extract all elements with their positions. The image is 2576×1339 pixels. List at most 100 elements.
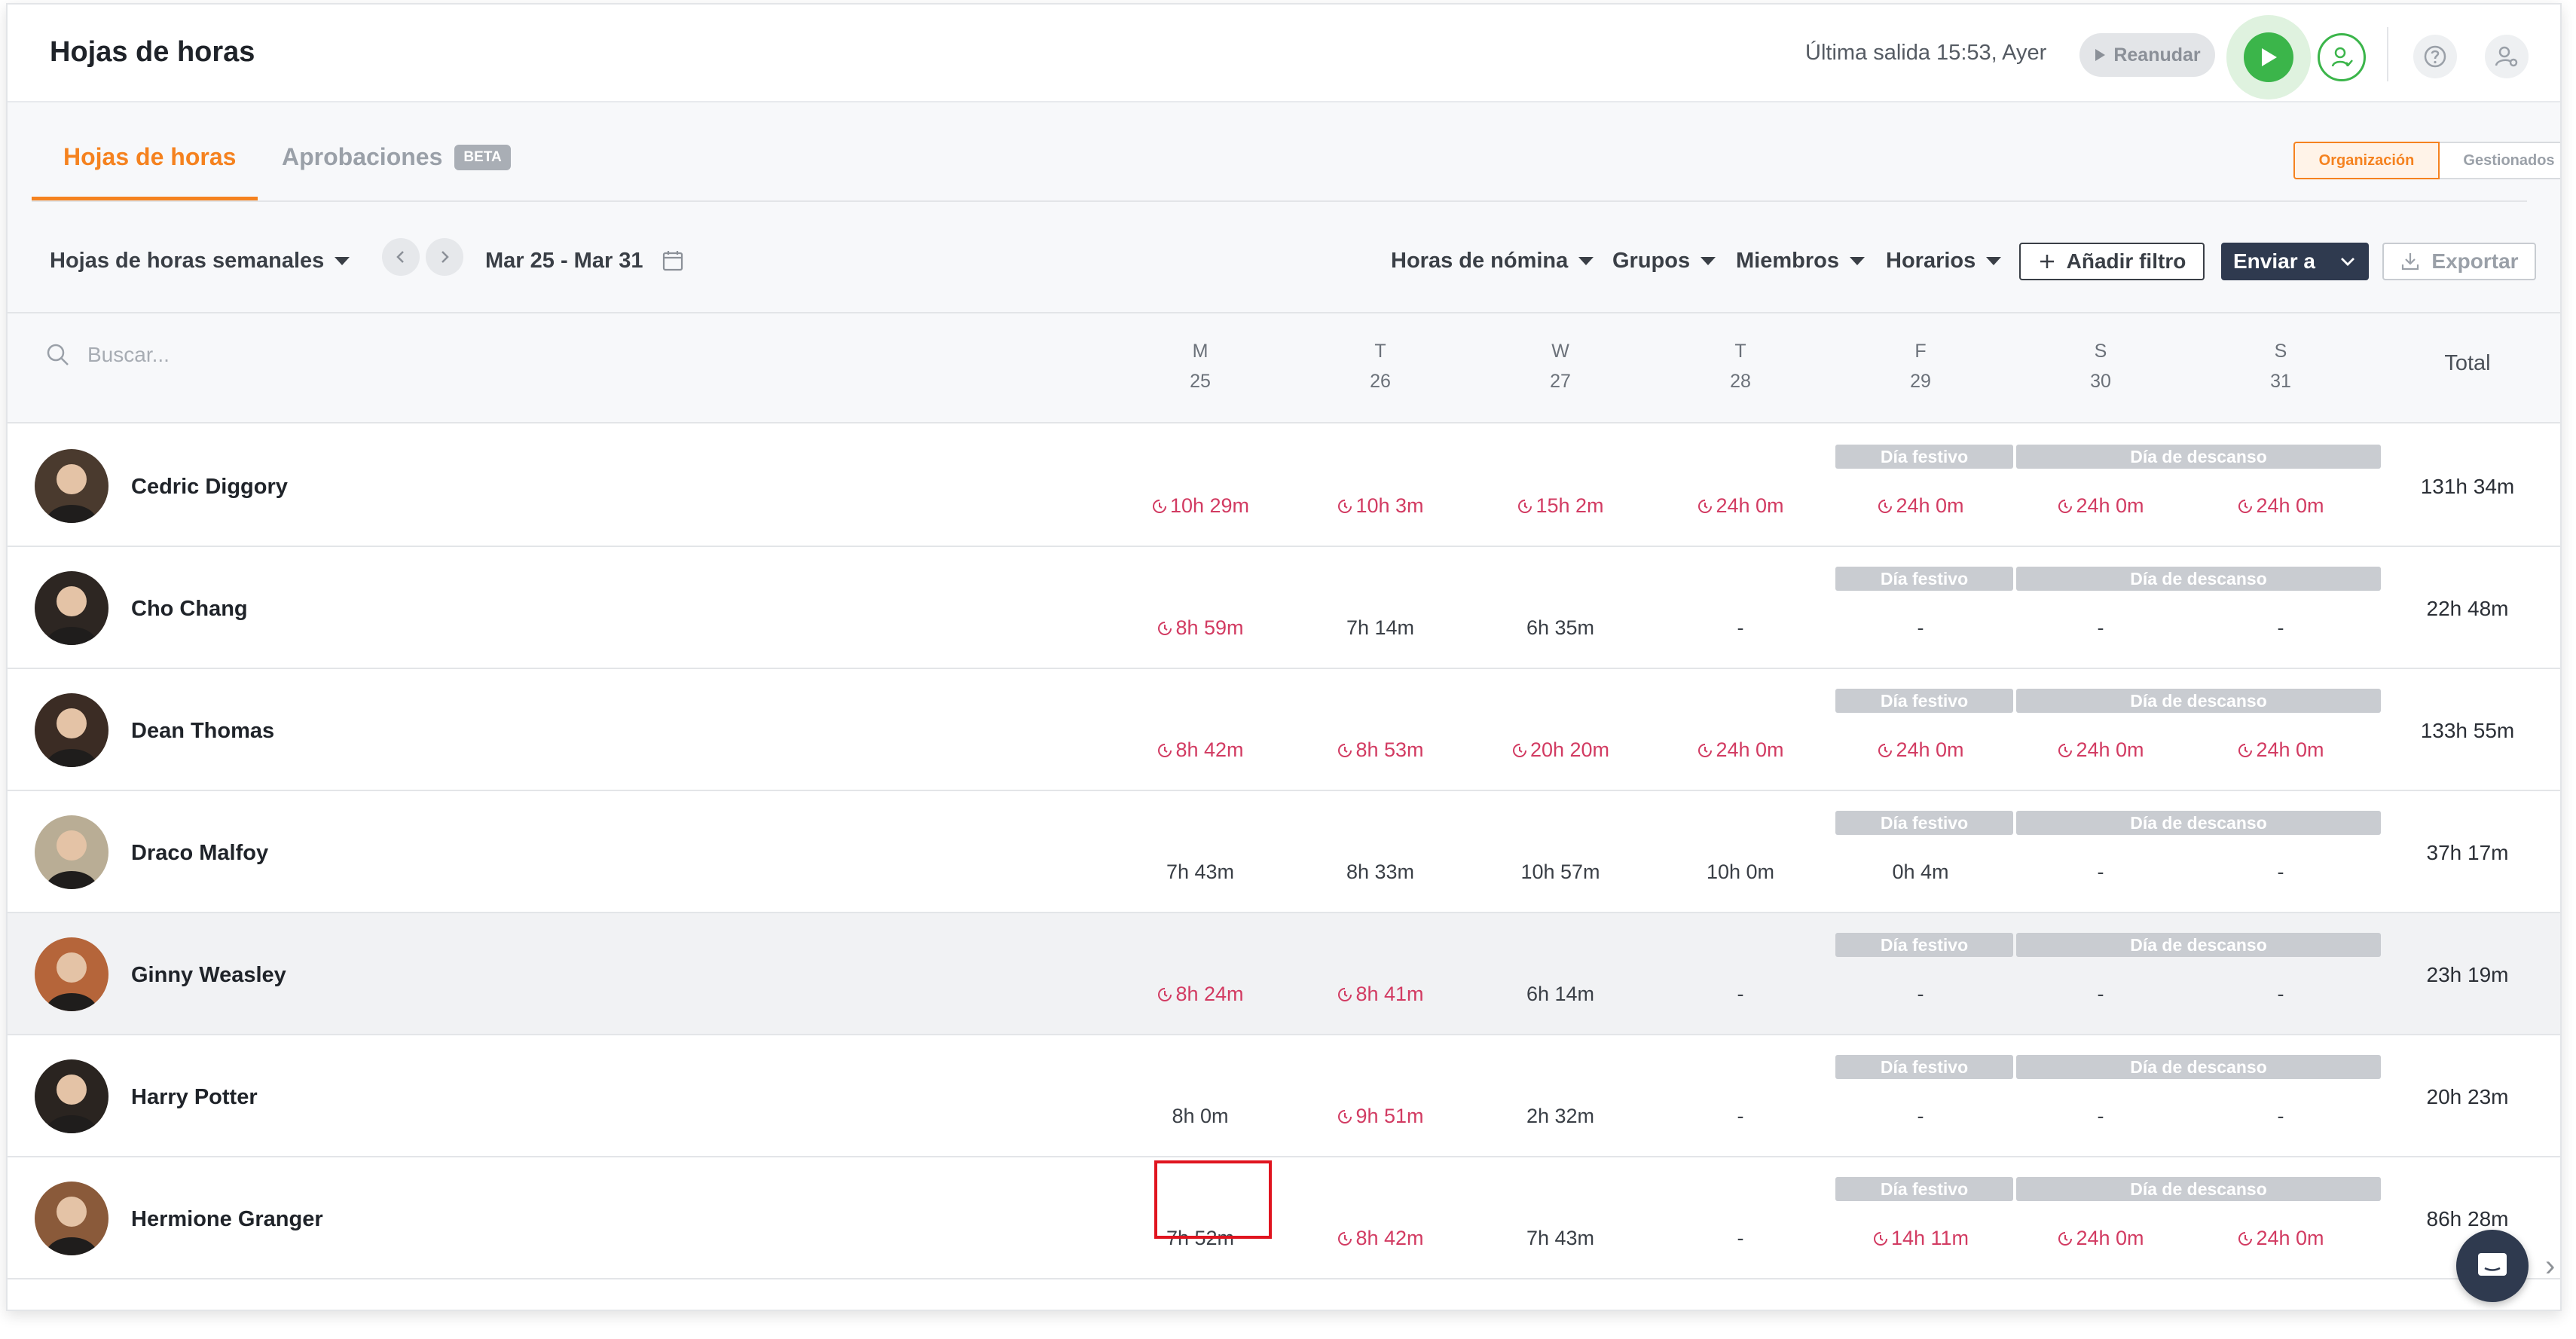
time-cell[interactable]: - — [2025, 861, 2176, 884]
time-cell[interactable]: 24h 0m — [2205, 1227, 2356, 1250]
time-cell[interactable]: 24h 0m — [2025, 1227, 2176, 1250]
time-cell[interactable]: 8h 42m — [1305, 1227, 1456, 1250]
time-cell[interactable]: - — [2025, 983, 2176, 1006]
time-cell[interactable]: - — [1845, 616, 1996, 640]
time-value: - — [1917, 983, 1924, 1005]
time-cell[interactable]: - — [1845, 1105, 1996, 1128]
time-cell[interactable]: 7h 43m — [1125, 861, 1276, 884]
scope-toggle: Organización Gestionados — [2293, 142, 2560, 179]
scope-organization-button[interactable]: Organización — [2293, 142, 2440, 179]
time-cell[interactable]: 8h 41m — [1305, 983, 1456, 1006]
resume-button[interactable]: Reanudar — [2079, 33, 2215, 77]
send-to-button[interactable]: Enviar a — [2221, 243, 2369, 280]
time-cell[interactable]: 15h 2m — [1485, 494, 1636, 518]
time-cell[interactable]: 6h 14m — [1485, 983, 1636, 1006]
time-cell[interactable]: 24h 0m — [2025, 738, 2176, 762]
time-cell[interactable]: 8h 53m — [1305, 738, 1456, 762]
employee-name[interactable]: Dean Thomas — [131, 719, 274, 744]
employee-name[interactable]: Ginny Weasley — [131, 963, 286, 988]
table-row[interactable]: Cedric Diggory Día festivo Día de descanso… — [8, 425, 2560, 547]
overtime-icon — [1338, 988, 1352, 1001]
add-filter-button[interactable]: Añadir filtro — [2019, 243, 2205, 280]
question-icon — [2424, 45, 2446, 68]
table-row[interactable]: Dean Thomas Día festivo Día de descanso 8h … — [8, 669, 2560, 791]
time-cell[interactable]: - — [1665, 1105, 1816, 1128]
employee-name[interactable]: Cedric Diggory — [131, 475, 288, 500]
time-cell[interactable]: - — [2205, 861, 2356, 884]
time-cell[interactable]: 10h 0m — [1665, 861, 1816, 884]
overtime-icon — [1338, 1110, 1352, 1123]
payroll-hours-select[interactable]: Horas de nómina — [1391, 238, 1594, 283]
table-row[interactable]: Hermione Granger Día festivo Día de descan… — [8, 1157, 2560, 1279]
tab-approvals-label: Aprobaciones — [282, 143, 443, 170]
previous-week-button[interactable] — [382, 238, 420, 276]
time-cell[interactable]: - — [1665, 983, 1816, 1006]
user-settings-button[interactable] — [2485, 35, 2529, 78]
time-cell[interactable]: 24h 0m — [1845, 738, 1996, 762]
employee-name[interactable]: Draco Malfoy — [131, 841, 268, 866]
time-cell[interactable]: 8h 0m — [1125, 1105, 1276, 1128]
employee-name[interactable]: Cho Chang — [131, 597, 248, 622]
time-cell[interactable]: 24h 0m — [2205, 738, 2356, 762]
time-value: 8h 42m — [1355, 1227, 1424, 1249]
user-clock-button[interactable] — [2318, 33, 2366, 81]
time-cell[interactable]: 6h 35m — [1485, 616, 1636, 640]
time-cell[interactable]: - — [2025, 1105, 2176, 1128]
time-cell[interactable]: 20h 20m — [1485, 738, 1636, 762]
groups-select[interactable]: Grupos — [1612, 238, 1716, 283]
view-select[interactable]: Hojas de horas semanales — [50, 238, 350, 283]
next-week-button[interactable] — [426, 238, 463, 276]
time-cell[interactable]: 7h 43m — [1485, 1227, 1636, 1250]
schedules-select[interactable]: Horarios — [1886, 238, 2002, 283]
time-cell[interactable]: 24h 0m — [2205, 494, 2356, 518]
employee-name[interactable]: Harry Potter — [131, 1085, 258, 1110]
help-button[interactable] — [2413, 35, 2457, 78]
members-label: Miembros — [1736, 248, 1839, 273]
chevron-right-icon[interactable]: › — [2545, 1249, 2555, 1283]
table-row[interactable]: Harry Potter Día festivo Día de descanso 8h… — [8, 1035, 2560, 1157]
time-cell[interactable]: 24h 0m — [1665, 494, 1816, 518]
time-cell[interactable]: 8h 33m — [1305, 861, 1456, 884]
table-row[interactable]: Cho Chang Día festivo Día de descanso 8h 59… — [8, 547, 2560, 669]
time-cell[interactable]: - — [2205, 983, 2356, 1006]
time-cell[interactable]: 10h 57m — [1485, 861, 1636, 884]
time-value: 6h 14m — [1526, 983, 1595, 1005]
time-cell[interactable]: - — [2025, 616, 2176, 640]
date-range[interactable]: Mar 25 - Mar 31 — [485, 238, 684, 283]
chat-support-button[interactable] — [2456, 1230, 2529, 1302]
time-cell[interactable]: - — [1665, 1227, 1816, 1250]
time-cell[interactable]: 24h 0m — [2025, 494, 2176, 518]
time-cell[interactable]: 0h 4m — [1845, 861, 1996, 884]
clock-in-play-button[interactable] — [2244, 32, 2293, 82]
rest-day-badge: Día de descanso — [2016, 689, 2381, 713]
time-cell[interactable]: 8h 42m — [1125, 738, 1276, 762]
time-cell[interactable]: 10h 29m — [1125, 494, 1276, 518]
table-row[interactable]: Draco Malfoy Día festivo Día de descanso 7h… — [8, 791, 2560, 913]
time-cell[interactable]: - — [1845, 983, 1996, 1006]
row-total: 86h 28m — [2426, 1207, 2509, 1230]
caret-down-icon — [1701, 256, 1716, 265]
search-input[interactable] — [87, 343, 359, 367]
time-cell[interactable]: 8h 24m — [1125, 983, 1276, 1006]
time-cell[interactable]: 10h 3m — [1305, 494, 1456, 518]
time-cell[interactable]: - — [1665, 616, 1816, 640]
members-select[interactable]: Miembros — [1736, 238, 1865, 283]
time-cell[interactable]: 8h 59m — [1125, 616, 1276, 640]
time-cell[interactable]: 24h 0m — [1665, 738, 1816, 762]
export-button[interactable]: Exportar — [2382, 243, 2536, 280]
employee-name[interactable]: Hermione Granger — [131, 1207, 323, 1232]
time-cell[interactable]: - — [2205, 1105, 2356, 1128]
time-cell[interactable]: - — [2205, 616, 2356, 640]
tab-approvals[interactable]: Aprobaciones BETA — [282, 143, 511, 171]
day-date: 29 — [1910, 371, 1931, 392]
table-row[interactable]: Ginny Weasley Día festivo Día de descanso 8… — [8, 913, 2560, 1035]
day-letter: T — [1734, 341, 1746, 362]
overtime-icon — [2058, 500, 2073, 513]
time-cell[interactable]: 14h 11m — [1845, 1227, 1996, 1250]
time-cell[interactable]: 2h 32m — [1485, 1105, 1636, 1128]
scope-managed-button[interactable]: Gestionados — [2440, 142, 2560, 179]
time-cell[interactable]: 7h 14m — [1305, 616, 1456, 640]
tab-timesheets[interactable]: Hojas de horas — [32, 143, 258, 200]
time-cell[interactable]: 9h 51m — [1305, 1105, 1456, 1128]
time-cell[interactable]: 24h 0m — [1845, 494, 1996, 518]
